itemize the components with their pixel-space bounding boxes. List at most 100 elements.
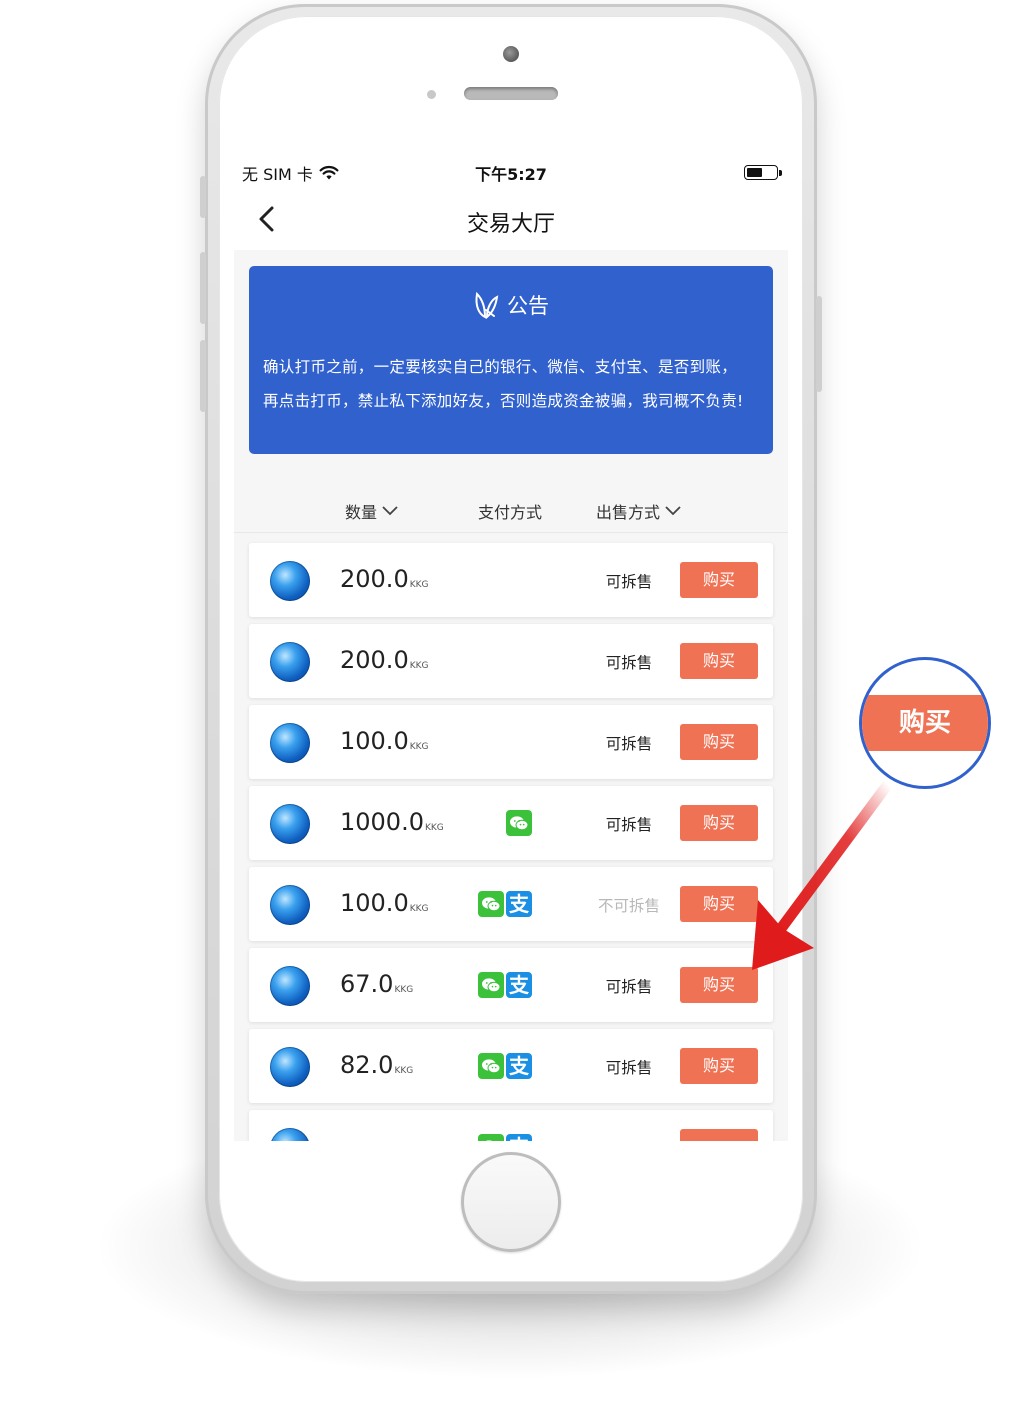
notice-banner: 公告 确认打币之前，一定要核实自己的银行、微信、支付宝、是否到账，再点击打币，禁… [249,266,773,454]
listing-amount: 100.0KKG [340,727,429,755]
home-button[interactable] [461,1152,561,1252]
list-item: 82.0KKG 支 可拆售 购买 [249,1029,773,1103]
listing-amount: 200.0KKG [340,646,429,674]
sale-type-label: 可拆售 [605,735,653,753]
coin-icon [270,804,310,844]
alipay-icon: 支 [506,972,532,998]
amount-unit: KKG [409,580,429,590]
list-item: 200.0KKG 可拆售 购买 [249,624,773,698]
listing-amount: 67.0KKG [340,970,413,998]
buy-button[interactable]: 购买 [680,1048,758,1084]
listing-amount: 100.0KKG [340,889,429,917]
status-bar: 无 SIM 卡 下午5:27 [234,156,788,188]
sale-type-label: 可拆售 [605,573,653,591]
unionpay-icon [506,729,532,755]
unionpay-icon [534,1053,560,1079]
amount-value: 1000.0 [340,808,424,836]
amount-value: 82.0 [340,1051,394,1079]
sale-type-label: 可拆售 [605,1059,653,1077]
volume-up-button [200,252,206,324]
alipay-icon: 支 [506,1134,532,1141]
pointer-arrow-icon [752,778,894,970]
list-item: 100.0KKG 支不可拆售 购买 [249,867,773,941]
coin-icon [270,642,310,682]
chevron-down-icon [665,506,681,516]
mute-switch [200,176,206,218]
nav-bar: 交易大厅 [234,188,788,250]
wechat-icon [478,891,504,917]
buy-button[interactable] [680,1129,758,1141]
filter-sale-label: 出售方式 [596,503,661,522]
alipay-icon: 支 [506,891,532,917]
wechat-icon [478,1053,504,1079]
status-time: 下午5:27 [475,165,547,184]
list-item: 200.0KKG 可拆售 购买 [249,543,773,617]
power-button [816,296,822,392]
chevron-down-icon [382,506,398,516]
listing-amount: 82.0KKG [340,1051,413,1079]
wechat-icon [478,1134,504,1141]
volume-down-button [200,340,206,412]
listing-amount: 1000.0KKG [340,808,444,836]
list-item: 1000.0KKG 可拆售 购买 [249,786,773,860]
payment-methods: 支 [463,891,575,917]
filter-payment[interactable]: 支付方式 [478,499,542,523]
payment-methods [463,810,575,836]
payment-methods: 支 [463,972,575,998]
alipay-icon: 支 [506,1053,532,1079]
sale-type-label: 不可拆售 [597,897,660,915]
coin-icon [270,723,310,763]
list-item: 支 [249,1110,773,1141]
app-screen: 无 SIM 卡 下午5:27 交易大厅 公告 确认打币之前，一定要核实自己的银行… [234,156,788,1141]
buy-button[interactable]: 购买 [680,643,758,679]
listing-amount: 200.0KKG [340,565,429,593]
battery-icon [744,165,778,180]
filter-quantity[interactable]: 数量 [345,499,399,523]
sale-type-label: 可拆售 [605,816,653,834]
sale-type-label: 可拆售 [605,978,653,996]
filter-quantity-label: 数量 [345,503,378,522]
unionpay-icon [534,1134,560,1141]
unionpay-icon [534,972,560,998]
buy-button[interactable]: 购买 [680,724,758,760]
page-title: 交易大厅 [466,212,555,237]
coin-icon [270,561,310,601]
battery-tip [779,170,782,176]
sale-type-label: 可拆售 [605,654,653,672]
amount-unit: KKG [394,985,414,995]
front-camera [503,46,519,62]
proximity-sensor [427,90,436,99]
payment-methods: 支 [463,1134,575,1141]
unionpay-icon [506,648,532,674]
notice-title: 公告 [507,294,549,318]
coin-icon [270,966,310,1006]
amount-unit: KKG [394,1066,414,1076]
payment-methods: 支 [463,1053,575,1079]
callout-buy-label: 购买 [862,695,988,751]
filter-payment-label: 支付方式 [478,503,543,522]
coin-icon [270,1128,310,1141]
amount-unit: KKG [409,661,429,671]
notice-text: 确认打币之前，一定要核实自己的银行、微信、支付宝、是否到账，再点击打币，禁止私下… [263,358,744,410]
payment-methods [463,567,575,593]
list-item: 100.0KKG 可拆售 购买 [249,705,773,779]
amount-value: 100.0 [340,727,409,755]
payment-methods [463,648,575,674]
wechat-icon [478,972,504,998]
earpiece-speaker [464,87,558,100]
notice-header: 公告 [249,290,773,320]
amount-unit: KKG [424,823,444,833]
amount-value: 67.0 [340,970,394,998]
payment-methods [463,729,575,755]
coin-icon [270,1047,310,1087]
unionpay-icon [506,567,532,593]
filter-sale-method[interactable]: 出售方式 [596,499,682,523]
battery-level [747,168,762,177]
unionpay-icon [534,891,560,917]
list-item: 67.0KKG 支可拆售 购买 [249,948,773,1022]
listing-amount [340,1132,341,1141]
buy-button[interactable]: 购买 [680,562,758,598]
wechat-icon [506,810,532,836]
amount-value: 100.0 [340,889,409,917]
butterfly-logo-icon [475,291,499,320]
